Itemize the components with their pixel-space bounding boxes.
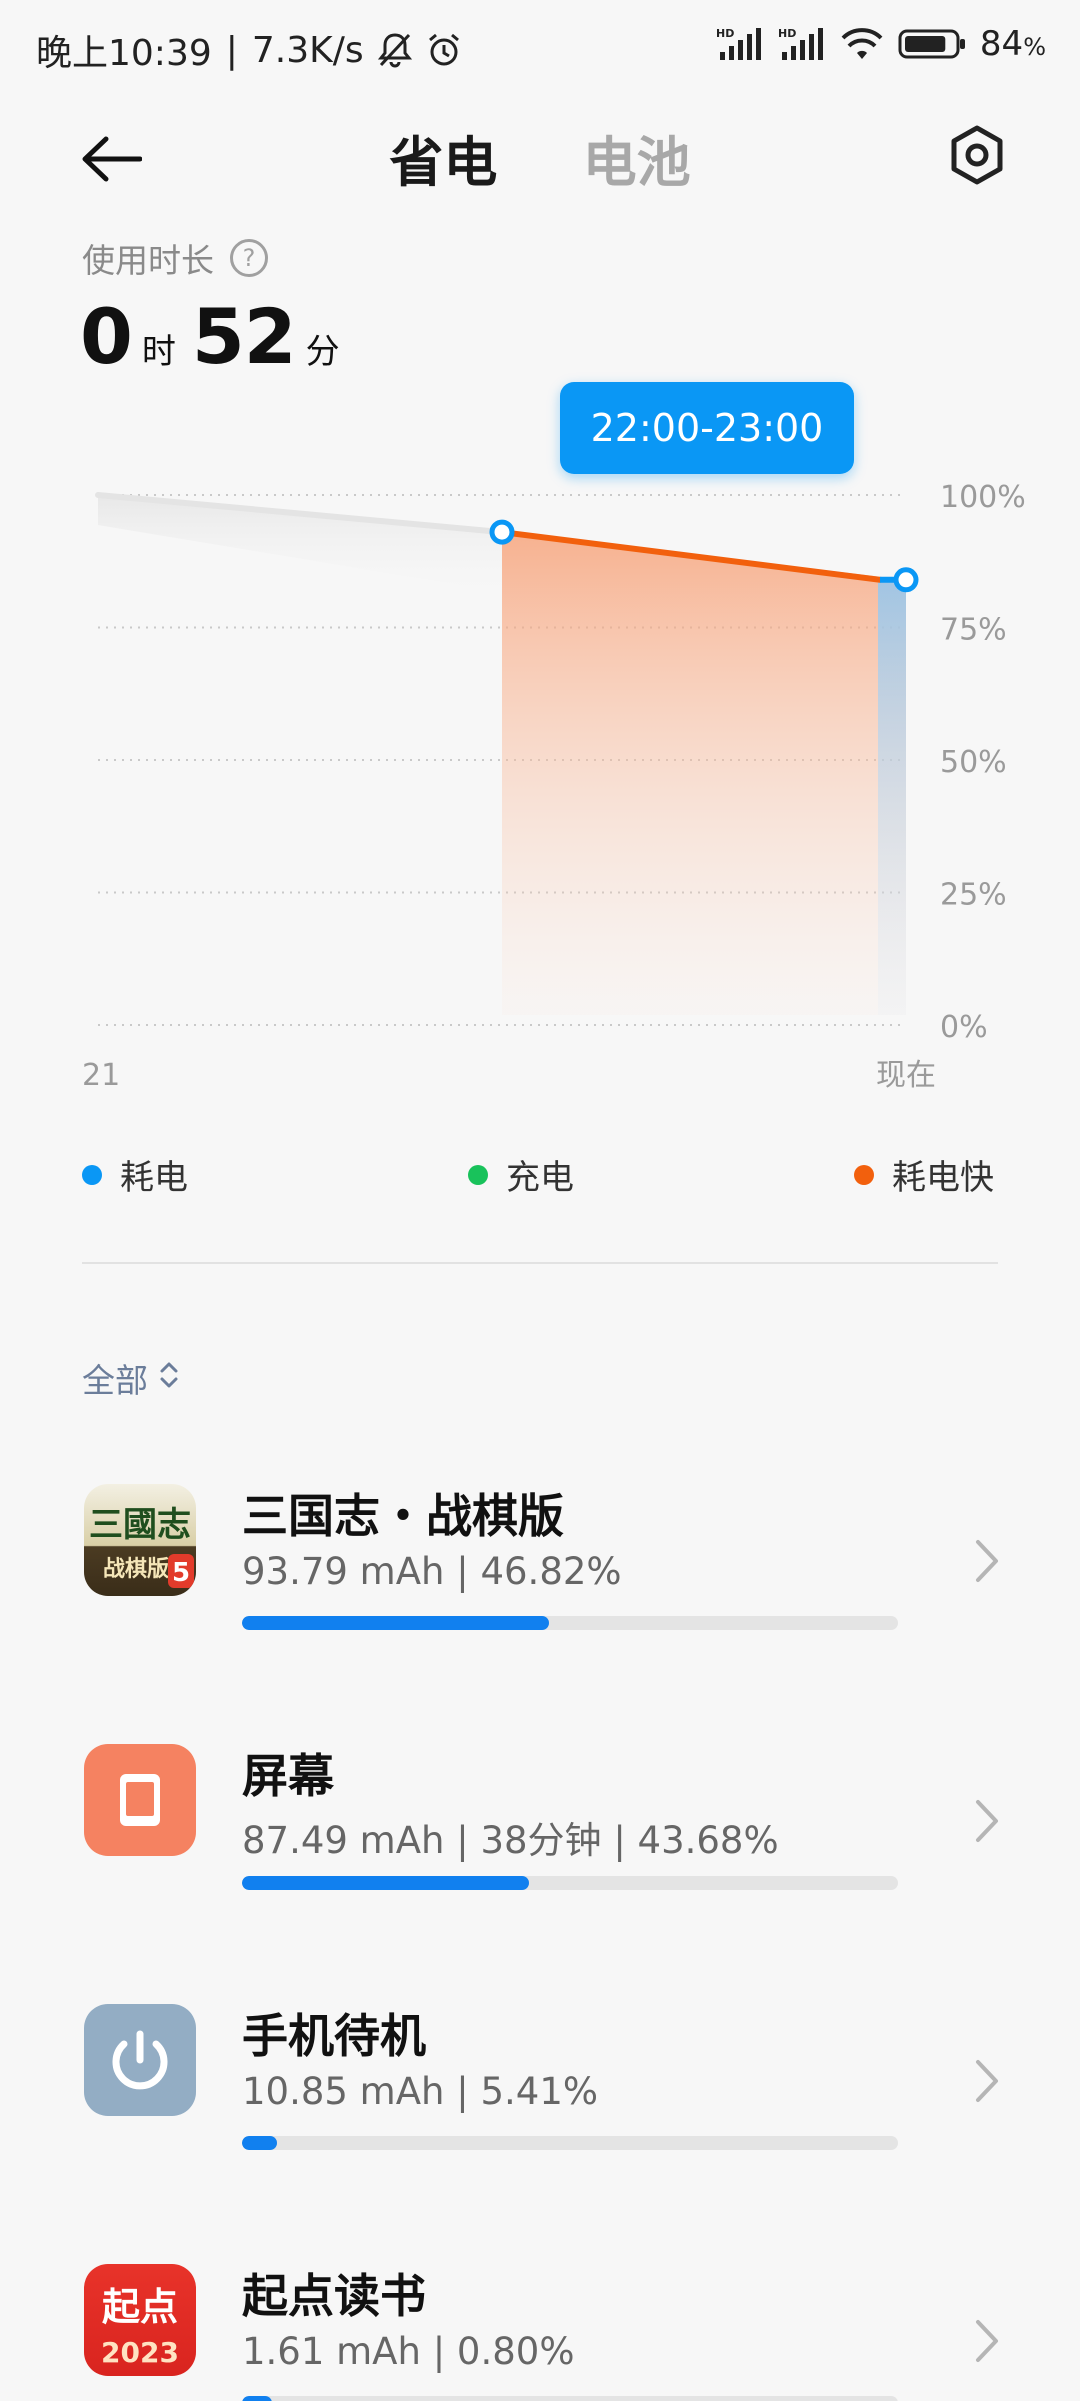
app-stats: 10.85 mAh | 5.41% xyxy=(242,2070,599,2113)
usage-duration-value: 0 时 52 分 xyxy=(80,292,356,381)
usage-label-text: 使用时长 xyxy=(82,241,214,280)
qidian-app-icon: 起点 2023 xyxy=(84,2264,196,2376)
usage-bar-fill xyxy=(242,2396,272,2401)
usage-bar xyxy=(242,2396,898,2401)
usage-bar-fill xyxy=(242,2136,278,2150)
filter-dropdown[interactable]: 全部 xyxy=(82,1354,180,1402)
usage-bar xyxy=(242,1876,898,1890)
chart-legend: 耗电 充电 耗电快 xyxy=(0,1150,1080,1210)
svg-text:HD: HD xyxy=(716,27,734,40)
chart-data-point xyxy=(489,519,515,545)
svg-text:HD: HD xyxy=(778,27,796,40)
app-list-item[interactable]: 三國志 战棋版 5 三国志・战棋版 93.79 mAh | 46.82% xyxy=(0,1460,1080,1660)
tab-power-saving[interactable]: 省电 xyxy=(389,118,497,197)
settings-button[interactable] xyxy=(946,124,1012,190)
hd-signal-icon: HD xyxy=(716,26,764,62)
legend-label-consumption: 耗电 xyxy=(120,1158,188,1198)
filter-label: 全部 xyxy=(82,1361,148,1400)
chevron-right-icon xyxy=(972,1798,1002,1844)
battery-percent: 84% xyxy=(980,24,1046,64)
settings-gear-icon xyxy=(946,125,1008,190)
legend-dot-consumption xyxy=(82,1164,102,1185)
legend-dot-fast-drain xyxy=(854,1164,874,1185)
sanguozhi-logo-text: 三國志 xyxy=(89,1505,191,1545)
battery-icon xyxy=(898,27,966,61)
app-list-item[interactable]: 起点 2023 起点读书 1.61 mAh | 0.80% xyxy=(0,2240,1080,2401)
chart-data-point xyxy=(893,567,919,593)
usage-hours-unit: 时 xyxy=(141,332,176,372)
status-separator: | xyxy=(225,29,238,71)
y-tick-label: 25% xyxy=(940,878,1007,913)
usage-bar-fill xyxy=(242,1616,550,1630)
header: 省电 电池 xyxy=(0,110,1080,210)
tab-bar: 省电 电池 xyxy=(0,118,1080,197)
usage-minutes-unit: 分 xyxy=(305,332,340,372)
hd-signal-icon: HD xyxy=(778,26,826,62)
app-stats: 93.79 mAh | 46.82% xyxy=(242,1550,622,1593)
sort-toggle-icon xyxy=(158,1359,180,1398)
svg-text:起点: 起点 xyxy=(102,2285,178,2329)
y-tick-label: 50% xyxy=(940,745,1007,780)
app-stats: 1.61 mAh | 0.80% xyxy=(242,2330,575,2373)
divider xyxy=(82,1262,998,1264)
chevron-right-icon xyxy=(972,1538,1002,1584)
status-time: 晚上10:39 xyxy=(36,33,212,74)
app-name: 手机待机 xyxy=(242,2009,426,2063)
legend-item-consumption: 耗电 xyxy=(82,1150,188,1199)
fast-drain-area xyxy=(502,532,906,1015)
usage-bar xyxy=(242,2136,898,2150)
help-icon[interactable]: ? xyxy=(230,239,268,277)
status-net-speed: 7.3K/s xyxy=(251,29,364,71)
legend-label-charging: 充电 xyxy=(506,1158,574,1198)
status-left: 晚上10:39 | 7.3K/s xyxy=(36,24,462,76)
usage-minutes: 52 xyxy=(191,292,297,381)
battery-chart[interactable]: 100% 75% 50% 25% 0% 21 现在 xyxy=(0,370,1080,1090)
usage-hours: 0 xyxy=(80,292,133,381)
svg-text:5: 5 xyxy=(172,1558,190,1588)
app-list-item[interactable]: 屏幕 87.49 mAh | 38分钟 | 43.68% xyxy=(0,1720,1080,1920)
chevron-right-icon xyxy=(972,2318,1002,2364)
app-name: 屏幕 xyxy=(242,1749,334,1803)
legend-dot-charging xyxy=(468,1164,488,1185)
app-name: 起点读书 xyxy=(242,2269,426,2323)
svg-text:战棋版: 战棋版 xyxy=(103,1556,169,1582)
standby-power-icon xyxy=(84,2004,196,2116)
status-right: HD HD 84% xyxy=(716,24,1046,64)
battery-percent-sign: % xyxy=(1023,33,1046,61)
app-name: 三国志・战棋版 xyxy=(242,1489,564,1543)
wifi-icon xyxy=(840,26,884,62)
x-tick-label: 现在 xyxy=(876,1058,936,1090)
legend-item-charging: 充电 xyxy=(468,1150,574,1199)
sanguozhi-app-icon: 三國志 战棋版 5 xyxy=(84,1484,196,1596)
legend-label-fast-drain: 耗电快 xyxy=(892,1158,994,1198)
screen-icon xyxy=(84,1744,196,1856)
tab-battery[interactable]: 电池 xyxy=(583,118,691,197)
y-tick-label: 75% xyxy=(940,613,1007,648)
status-bar: 晚上10:39 | 7.3K/s HD HD 84% xyxy=(0,0,1080,98)
battery-number: 84 xyxy=(979,24,1024,64)
mute-bell-icon xyxy=(377,32,412,68)
legend-item-fast-drain: 耗电快 xyxy=(854,1150,994,1199)
usage-bar xyxy=(242,1616,898,1630)
x-tick-label: 21 xyxy=(82,1058,120,1090)
y-tick-label: 0% xyxy=(940,1010,988,1045)
usage-bar-fill xyxy=(242,1876,529,1890)
svg-text:2023: 2023 xyxy=(101,2336,179,2369)
app-stats: 87.49 mAh | 38分钟 | 43.68% xyxy=(242,1819,779,1862)
usage-duration-label: 使用时长 ? xyxy=(82,234,268,282)
app-list-item[interactable]: 手机待机 10.85 mAh | 5.41% xyxy=(0,1980,1080,2180)
chevron-right-icon xyxy=(972,2058,1002,2104)
history-area xyxy=(98,495,502,593)
alarm-icon xyxy=(426,32,462,68)
current-area xyxy=(878,579,906,1015)
y-tick-label: 100% xyxy=(940,480,1026,515)
